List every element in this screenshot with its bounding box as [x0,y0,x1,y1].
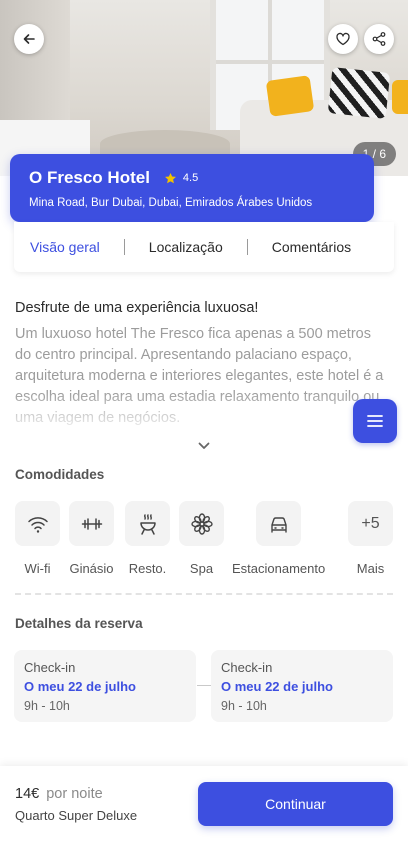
amenity-label: Mais [356,561,385,576]
booking-title: Detalhes da reserva [15,616,143,631]
amenity-parking[interactable]: Estacionamento [232,501,325,576]
photo-pillow [265,75,315,117]
car-icon [270,516,287,533]
room-type: Quarto Super Deluxe [15,808,138,823]
price-unit: por noite [46,786,103,802]
amenities-title: Comodidades [15,467,105,482]
photo-pillow [327,67,391,119]
price: 14€ por noite [15,786,103,802]
amenity-gym[interactable]: Ginásio [69,501,114,576]
amenity-icon-box [125,501,170,546]
checkout-label: Check-in [221,660,273,675]
amenity-label: Spa [189,561,214,576]
amenity-label: Wi-fi [24,561,51,576]
amenity-more[interactable]: +5 Mais [348,501,393,576]
date-connector [197,685,211,686]
amenity-spa[interactable]: Spa [179,501,224,576]
checkin-date: O meu 22 de julho [24,679,136,694]
heart-icon [336,32,350,46]
wifi-icon [27,516,48,533]
checkin-time: 9h - 10h [24,699,70,713]
section-tabs: Visão geral Localização Comentários [14,222,394,272]
back-button[interactable] [14,24,44,54]
flower-icon [190,512,213,535]
booking-footer: 14€ por noite Quarto Super Deluxe Contin… [0,766,408,841]
checkin-label: Check-in [24,660,76,675]
checkin-card[interactable]: Check-in O meu 22 de julho 9h - 10h [14,650,196,722]
amenity-icon-box [69,501,114,546]
tab-reviews[interactable]: Comentários [272,239,351,255]
share-icon [372,32,386,46]
rating-value: 4.5 [182,172,199,184]
amenity-label: Ginásio [69,561,114,576]
menu-icon [367,415,383,427]
tab-divider [123,239,125,255]
chevron-down-icon[interactable] [196,438,212,454]
description-fade [0,392,408,432]
hotel-rating: 4.5 [164,172,198,185]
hotel-name: O Fresco Hotel [29,168,150,187]
checkout-time: 9h - 10h [221,699,267,713]
star-icon [164,172,176,183]
tab-overview[interactable]: Visão geral [30,239,100,255]
amenity-icon-box: +5 [348,501,393,546]
checkout-date: O meu 22 de julho [221,679,333,694]
amenity-wifi[interactable]: Wi-fi [15,501,60,576]
amenity-label: Estacionamento [232,561,326,576]
amenity-label: Resto. [128,561,167,576]
tab-location[interactable]: Localização [149,239,223,255]
tab-divider [246,239,248,255]
arrow-left-icon [23,34,35,44]
favorite-button[interactable] [328,24,358,54]
amenity-restaurant[interactable]: Resto. [125,501,170,576]
share-button[interactable] [364,24,394,54]
menu-button[interactable] [353,399,397,443]
dumbbell-icon [81,517,102,530]
price-amount: 14€ [15,786,40,802]
amenity-icon-box [15,501,60,546]
hotel-info-card: O Fresco Hotel 4.5 Mina Road, Bur Dubai,… [10,154,374,222]
checkout-card[interactable]: Check-in O meu 22 de julho 9h - 10h [211,650,393,722]
section-divider [15,593,393,595]
continue-button[interactable]: Continuar [198,782,393,826]
amenity-icon-box [179,501,224,546]
description-title: Desfrute de uma experiência luxuosa! [15,300,259,316]
more-count: +5 [361,514,380,532]
amenity-icon-box [256,501,302,546]
grill-icon [139,513,156,535]
hotel-address: Mina Road, Bur Dubai, Dubai, Emirados Ár… [29,197,313,209]
photo-pillow [392,80,408,114]
